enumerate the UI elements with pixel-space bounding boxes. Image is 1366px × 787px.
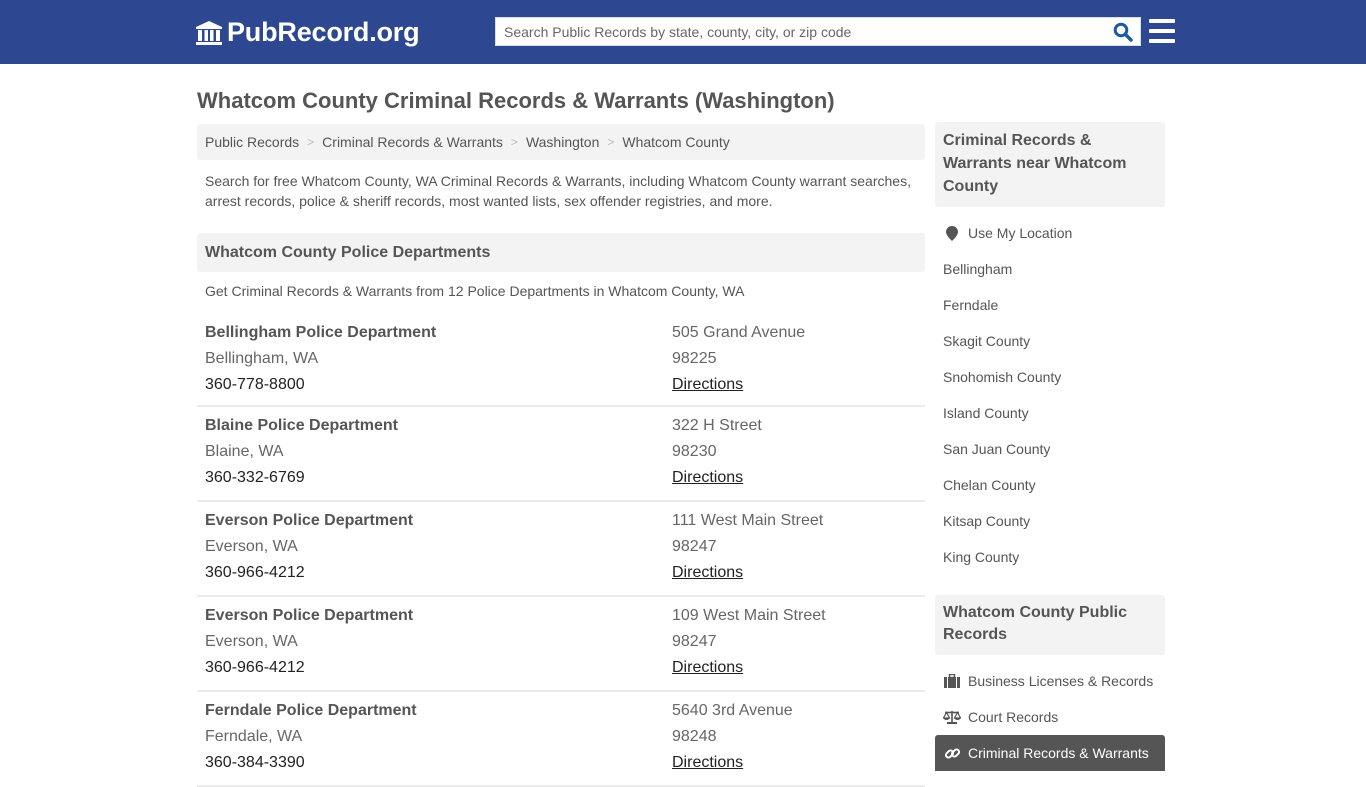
department-city: Everson, WA: [205, 633, 298, 650]
department-name[interactable]: Everson Police Department: [205, 603, 413, 629]
department-address: 505 Grand Avenue: [672, 324, 806, 341]
department-row: Everson Police Department Everson, WA 36…: [197, 502, 925, 597]
nearby-item[interactable]: Kitsap County: [935, 503, 1165, 539]
department-address: 109 West Main Street: [672, 607, 826, 624]
use-my-location-link[interactable]: Use My Location: [935, 215, 1165, 251]
use-my-location-label: Use My Location: [968, 225, 1073, 241]
department-phone[interactable]: 360-332-6769: [205, 465, 398, 491]
nearby-item[interactable]: Bellingham: [935, 251, 1165, 287]
department-city: Everson, WA: [205, 538, 298, 555]
breadcrumb-separator: >: [510, 135, 518, 149]
directions-link[interactable]: Directions: [672, 560, 823, 586]
nearby-item[interactable]: San Juan County: [935, 431, 1165, 467]
page-title: Whatcom County Criminal Records & Warran…: [197, 88, 835, 113]
breadcrumb: Public Records > Criminal Records & Warr…: [197, 124, 925, 160]
department-city: Ferndale, WA: [205, 728, 303, 745]
search-icon: [1113, 22, 1133, 42]
logo-text: PubRecord.org: [227, 17, 420, 47]
department-city: Blaine, WA: [205, 443, 284, 460]
menu-bar: [1149, 19, 1175, 23]
police-section-title: Whatcom County Police Departments: [197, 233, 925, 272]
department-phone[interactable]: 360-966-4212: [205, 560, 413, 586]
breadcrumb-criminal-records[interactable]: Criminal Records & Warrants: [322, 134, 503, 150]
map-marker-icon: [943, 225, 961, 241]
nearby-item[interactable]: Island County: [935, 395, 1165, 431]
search-input[interactable]: [496, 18, 1106, 45]
nearby-item[interactable]: Skagit County: [935, 323, 1165, 359]
menu-bar: [1149, 39, 1175, 43]
department-name[interactable]: Bellingham Police Department: [205, 320, 436, 346]
directions-link[interactable]: Directions: [672, 465, 762, 491]
department-zip: 98247: [672, 633, 717, 650]
department-name[interactable]: Ferndale Police Department: [205, 698, 417, 724]
public-record-label: Court Records: [968, 709, 1059, 725]
public-record-label: Criminal Records & Warrants: [968, 745, 1149, 761]
public-records-section-title: Whatcom County Public Records: [935, 595, 1165, 655]
department-list: Bellingham Police Department Bellingham,…: [197, 314, 925, 787]
department-zip: 98225: [672, 350, 717, 367]
breadcrumb-separator: >: [307, 135, 315, 149]
search-button[interactable]: [1106, 18, 1140, 45]
nearby-item[interactable]: Snohomish County: [935, 359, 1165, 395]
nearby-item[interactable]: King County: [935, 539, 1165, 575]
menu-bar: [1149, 29, 1175, 33]
hamburger-menu-button[interactable]: [1149, 19, 1175, 43]
public-record-item-court-records[interactable]: Court Records: [935, 699, 1165, 735]
department-row: Ferndale Police Department Ferndale, WA …: [197, 692, 925, 787]
nearby-list: Use My Location Bellingham Ferndale Skag…: [935, 207, 1165, 575]
public-record-label: Business Licenses & Records: [968, 673, 1154, 689]
breadcrumb-whatcom-county[interactable]: Whatcom County: [622, 134, 729, 150]
briefcase-icon: [943, 674, 961, 688]
department-row: Everson Police Department Everson, WA 36…: [197, 597, 925, 692]
public-record-item-business-licenses[interactable]: Business Licenses & Records: [935, 663, 1165, 699]
department-address: 322 H Street: [672, 417, 762, 434]
breadcrumb-washington[interactable]: Washington: [526, 134, 599, 150]
breadcrumb-separator: >: [607, 135, 615, 149]
breadcrumb-public-records[interactable]: Public Records: [205, 134, 299, 150]
courthouse-icon: [196, 20, 222, 45]
directions-link[interactable]: Directions: [672, 372, 805, 398]
directions-link[interactable]: Directions: [672, 750, 793, 776]
department-address: 111 West Main Street: [672, 512, 824, 529]
department-zip: 98248: [672, 728, 717, 745]
site-logo[interactable]: PubRecord.org: [195, 17, 420, 48]
intro-text: Search for free Whatcom County, WA Crimi…: [205, 173, 911, 209]
search-bar: [495, 17, 1141, 46]
top-bar: PubRecord.org: [0, 0, 1366, 64]
department-phone[interactable]: 360-384-3390: [205, 750, 417, 776]
directions-link[interactable]: Directions: [672, 655, 826, 681]
department-city: Bellingham, WA: [205, 350, 319, 367]
department-name[interactable]: Blaine Police Department: [205, 413, 398, 439]
sidebar: Criminal Records & Warrants near Whatcom…: [935, 122, 1165, 771]
public-records-list: Business Licenses & Records Court Record…: [935, 655, 1165, 771]
department-row: Bellingham Police Department Bellingham,…: [197, 314, 925, 407]
department-zip: 98247: [672, 538, 717, 555]
department-name[interactable]: Everson Police Department: [205, 508, 413, 534]
nearby-item[interactable]: Chelan County: [935, 467, 1165, 503]
link-icon: [943, 746, 961, 761]
department-zip: 98230: [672, 443, 717, 460]
department-phone[interactable]: 360-778-8800: [205, 372, 436, 398]
department-phone[interactable]: 360-966-4212: [205, 655, 413, 681]
main-content: Public Records > Criminal Records & Warr…: [197, 124, 925, 787]
department-address: 5640 3rd Avenue: [672, 702, 793, 719]
department-row: Blaine Police Department Blaine, WA 360-…: [197, 407, 925, 502]
police-section-subtitle: Get Criminal Records & Warrants from 12 …: [205, 283, 745, 299]
public-record-item-criminal-records[interactable]: Criminal Records & Warrants: [935, 735, 1165, 771]
nearby-section-title: Criminal Records & Warrants near Whatcom…: [935, 122, 1165, 207]
balance-scale-icon: [943, 710, 961, 724]
nearby-item[interactable]: Ferndale: [935, 287, 1165, 323]
